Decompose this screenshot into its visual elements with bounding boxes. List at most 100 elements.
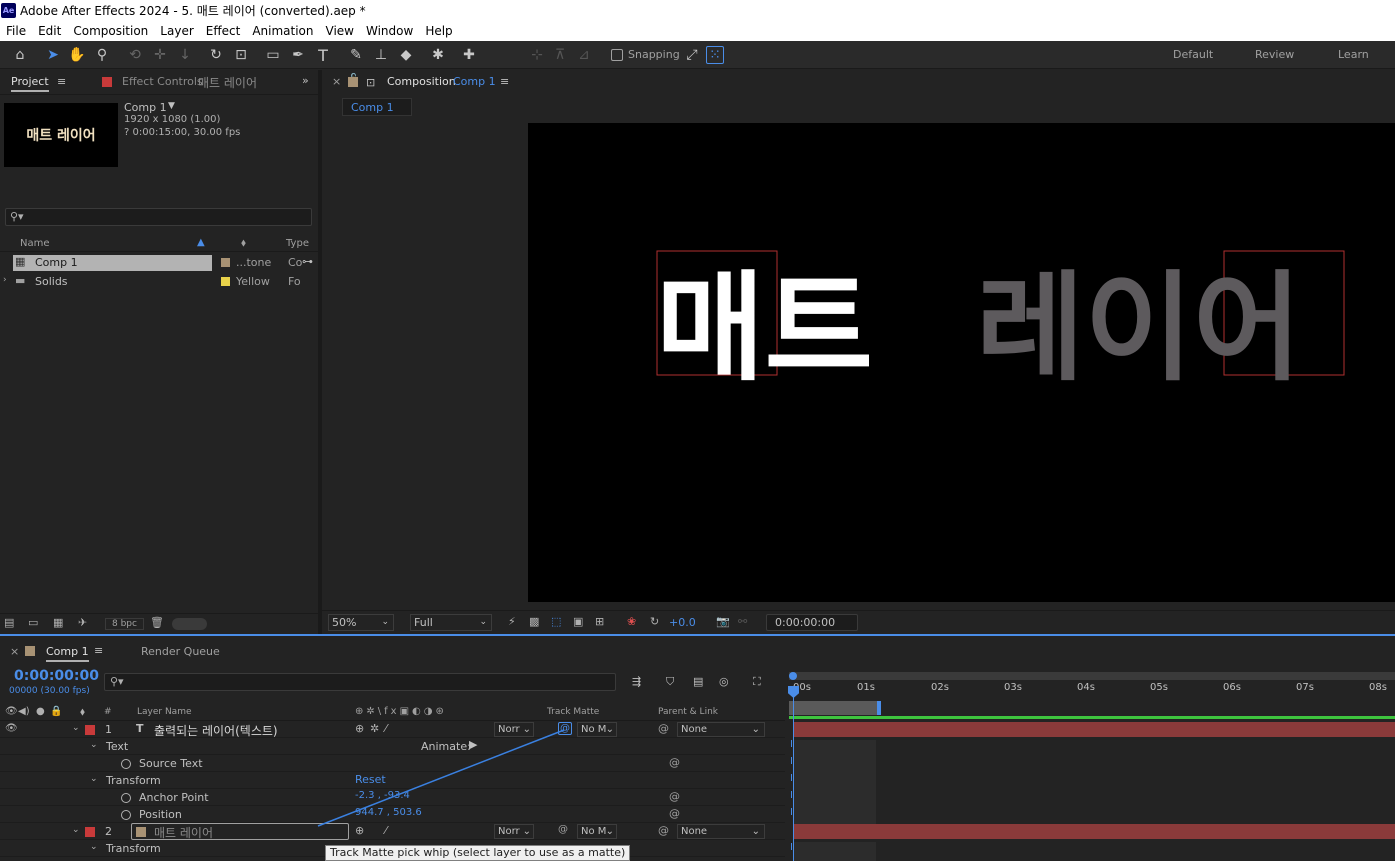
label-tag-icon[interactable]: ⬧ xyxy=(241,236,246,250)
mask-visibility-icon[interactable]: ⬚ xyxy=(551,615,561,628)
new-composition-icon[interactable]: ▦ xyxy=(53,616,63,629)
home-icon[interactable]: ⌂ xyxy=(10,45,30,65)
thumbnail-text: 매트 레이어 xyxy=(26,128,96,144)
close-icon[interactable]: × xyxy=(332,75,341,88)
tab-composition-name[interactable]: Comp 1 xyxy=(453,75,496,88)
fast-previews-icon[interactable]: ⚡ xyxy=(508,615,516,628)
snapping-checkbox[interactable] xyxy=(611,49,623,61)
orbit-camera-icon[interactable]: ⟲ xyxy=(125,45,145,65)
menu-layer[interactable]: Layer xyxy=(154,24,199,38)
local-axis-icon[interactable]: ⊹ xyxy=(527,45,547,65)
menu-window[interactable]: Window xyxy=(360,24,419,38)
comp-viewer[interactable]: 매트 레이어 xyxy=(528,123,1395,602)
chevron-right-icon[interactable]: › xyxy=(3,275,7,285)
project-item-solids[interactable]: › ▬ Solids Yellow Fo xyxy=(0,273,318,291)
viewer-canvas: 매트 레이어 xyxy=(656,250,1345,397)
time-graph[interactable]: 00s 01s 02s 03s 04s 05s 06s 07s 08s I I … xyxy=(785,670,1395,861)
type-tool-icon[interactable]: T xyxy=(313,45,333,65)
effect-controls-target: 매트 레이어 xyxy=(198,76,258,90)
menu-bar: File Edit Composition Layer Effect Anima… xyxy=(0,21,1395,41)
pan-behind-icon[interactable]: ⊡ xyxy=(231,45,251,65)
current-time-indicator[interactable] xyxy=(793,686,794,861)
composition-panel: × 🔓 ⊡ Composition Comp 1 ≡ Comp 1 매트 레이어… xyxy=(322,70,1395,634)
label-swatch[interactable] xyxy=(221,277,230,286)
menu-file[interactable]: File xyxy=(0,24,32,38)
project-item-comp[interactable]: ▦ Comp 1 ...tone Co ⊶ xyxy=(0,254,318,272)
snapshot-camera-icon[interactable]: 📷 xyxy=(716,615,730,628)
zoom-select[interactable]: 50% ⌄ xyxy=(328,614,394,631)
tab-effect-controls[interactable]: Effect Controls xyxy=(122,75,203,88)
transparency-grid-icon[interactable]: ▩ xyxy=(529,615,539,628)
clone-stamp-icon[interactable]: ⊥ xyxy=(371,45,391,65)
snapping-label: Snapping xyxy=(628,48,680,61)
time-navigator[interactable] xyxy=(789,672,1395,680)
keyframe-marker-icon: I xyxy=(790,807,793,818)
keyframe-marker-icon: I xyxy=(790,739,793,750)
resolution-select[interactable]: Full ⌄ xyxy=(410,614,492,631)
work-area-bar[interactable] xyxy=(789,701,877,715)
workspace-review[interactable]: Review xyxy=(1255,48,1294,61)
lock-icon[interactable]: ⊡ xyxy=(366,76,375,89)
layer-1-duration-bar[interactable] xyxy=(793,722,1395,737)
menu-effect[interactable]: Effect xyxy=(200,24,247,38)
roto-brush-icon[interactable]: ✱ xyxy=(428,45,448,65)
pan-camera-icon[interactable]: ✛ xyxy=(150,45,170,65)
adjust-settings-icon[interactable]: ✈ xyxy=(78,616,87,629)
expand-panels-icon[interactable]: » xyxy=(302,74,309,87)
menu-view[interactable]: View xyxy=(320,24,360,38)
app-logo: Ae xyxy=(1,3,16,18)
col-name[interactable]: Name xyxy=(20,238,50,249)
zoom-value: 50% xyxy=(332,616,357,629)
menu-help[interactable]: Help xyxy=(419,24,458,38)
menu-animation[interactable]: Animation xyxy=(246,24,319,38)
eraser-tool-icon[interactable]: ◆ xyxy=(396,45,416,65)
work-area-end-handle[interactable] xyxy=(877,701,881,715)
project-search-input[interactable]: ⚲▾ xyxy=(5,208,312,226)
workspace-learn[interactable]: Learn xyxy=(1338,48,1369,61)
pen-tool-icon[interactable]: ✒ xyxy=(288,45,308,65)
item-label: Yellow xyxy=(236,275,270,288)
interpret-footage-icon[interactable]: ▤ xyxy=(4,616,14,629)
puppet-pin-icon[interactable]: ✚ xyxy=(459,45,479,65)
color-channels-icon[interactable]: ❀ xyxy=(627,615,636,628)
viewer-timecode[interactable]: 0:00:00:00 xyxy=(766,614,858,631)
rectangle-tool-icon[interactable]: ▭ xyxy=(263,45,283,65)
rotation-tool-icon[interactable]: ↻ xyxy=(206,45,226,65)
col-type[interactable]: Type xyxy=(286,238,309,249)
brush-tool-icon[interactable]: ✎ xyxy=(346,45,366,65)
region-of-interest-icon[interactable]: ▣ xyxy=(573,615,583,628)
comp-thumbnail: 매트 레이어 xyxy=(4,103,118,167)
new-folder-icon[interactable]: ▭ xyxy=(28,616,38,629)
bit-depth-button[interactable]: 8 bpc xyxy=(105,618,144,630)
trash-icon[interactable]: 🗑 xyxy=(150,616,164,629)
menu-composition[interactable]: Composition xyxy=(67,24,154,38)
zoom-tool-icon[interactable]: ⚲ xyxy=(92,45,112,65)
selected-item-name: Comp 1 xyxy=(124,101,167,114)
thumbnail-slider[interactable] xyxy=(172,618,207,630)
reset-exposure-icon[interactable]: ↻ xyxy=(650,615,659,628)
chevron-down-icon[interactable]: ▼ xyxy=(168,101,175,111)
layer-2-duration-bar[interactable] xyxy=(793,824,1395,839)
view-axis-icon[interactable]: ⊿ xyxy=(574,45,594,65)
comp-breadcrumb[interactable]: Comp 1 xyxy=(342,98,412,116)
snap-features-icon[interactable]: ⁙ xyxy=(706,46,724,64)
label-swatch[interactable] xyxy=(221,258,230,267)
show-snapshot-icon[interactable]: ⚯ xyxy=(738,615,747,628)
workspace-default[interactable]: Default xyxy=(1173,48,1213,61)
dolly-camera-icon[interactable]: ↓ xyxy=(175,45,195,65)
menu-edit[interactable]: Edit xyxy=(32,24,67,38)
snap-edges-icon[interactable]: ⤢ xyxy=(682,45,702,65)
search-icon: ⚲▾ xyxy=(10,210,24,223)
hand-tool-icon[interactable]: ✋ xyxy=(67,45,87,65)
panel-menu-icon[interactable]: ≡ xyxy=(57,75,66,88)
flowchart-icon[interactable]: ⊶ xyxy=(302,255,313,268)
selection-tool-icon[interactable]: ➤ xyxy=(43,45,63,65)
tab-composition[interactable]: Composition xyxy=(387,75,456,88)
grid-guides-icon[interactable]: ⊞ xyxy=(595,615,604,628)
navigator-start-handle[interactable] xyxy=(789,672,797,680)
tab-project[interactable]: Project xyxy=(11,75,49,92)
panel-menu-icon[interactable]: ≡ xyxy=(500,75,509,88)
exposure-value[interactable]: +0.0 xyxy=(669,616,696,629)
world-axis-icon[interactable]: ⊼ xyxy=(550,45,570,65)
ruler-tick-label: 03s xyxy=(1004,682,1022,693)
